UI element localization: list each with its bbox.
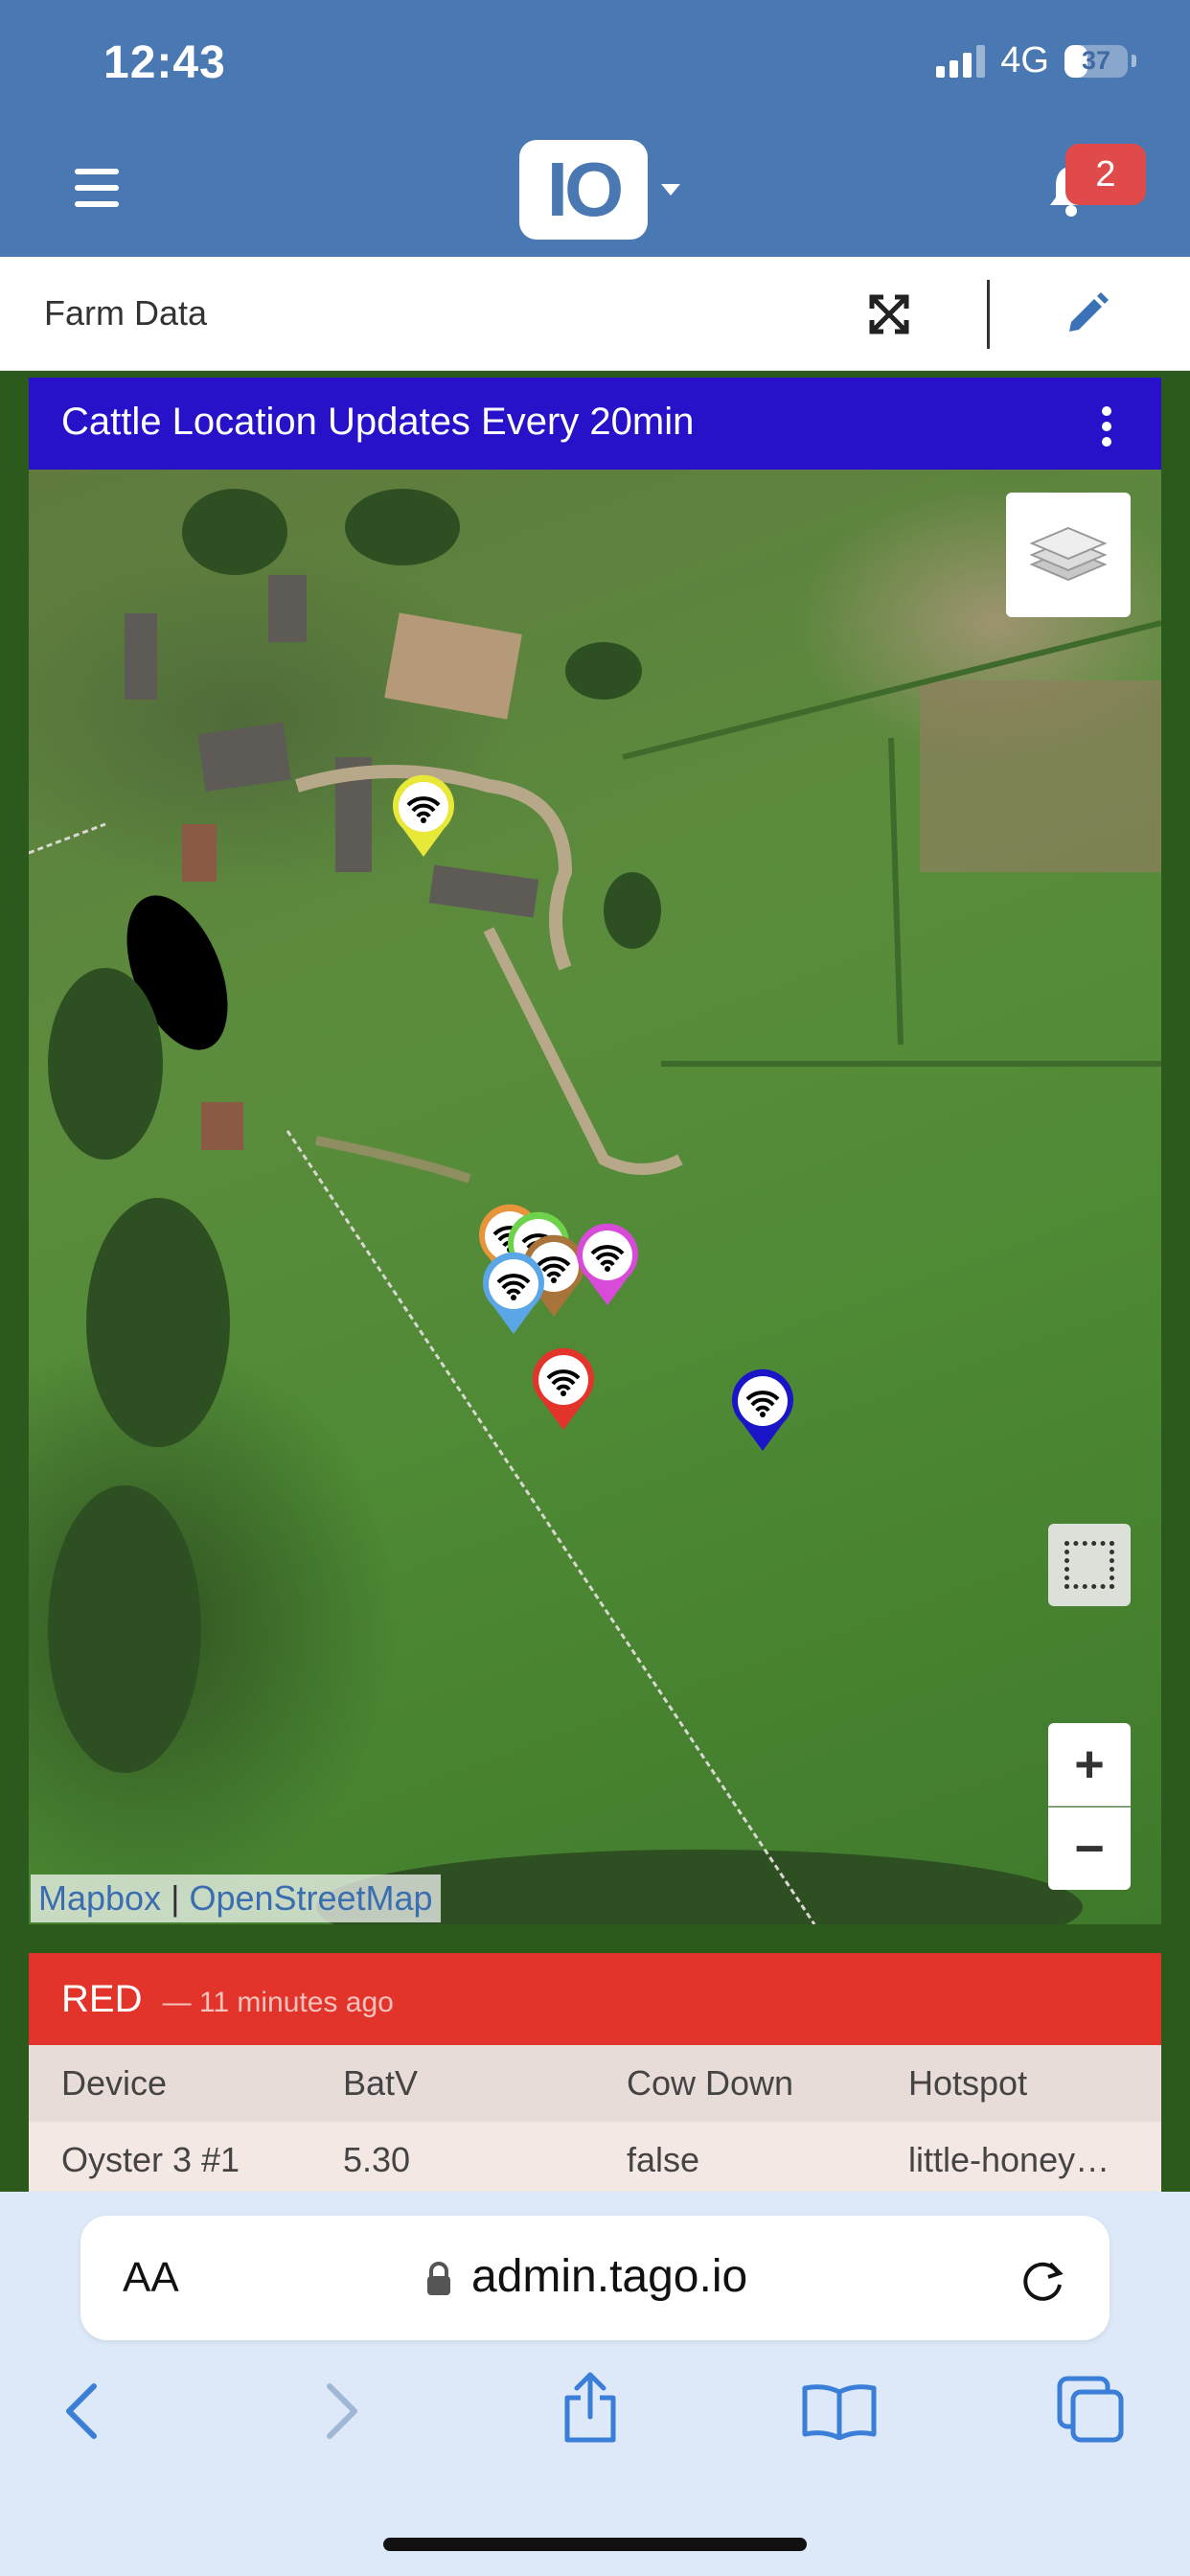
signal-icon (936, 44, 986, 78)
bookmarks-icon[interactable] (801, 2382, 878, 2445)
openstreetmap-link[interactable]: OpenStreetMap (189, 1878, 432, 1919)
table-widget-title-group: RED — 11 minutes ago (61, 1978, 394, 2021)
fullscreen-icon[interactable] (868, 293, 910, 335)
forward-icon[interactable] (320, 2380, 362, 2447)
table-widget-title: RED (61, 1978, 143, 2020)
device-table: Device BatV Cow Down Hotspot Oyster 3 #1… (29, 2045, 1161, 2194)
device-location-pin[interactable] (389, 772, 458, 861)
chevron-down-icon[interactable] (661, 184, 680, 196)
network-label: 4G (1000, 40, 1049, 80)
divider (987, 280, 990, 349)
status-indicators: 4G 37 (936, 40, 1136, 81)
more-options-icon[interactable] (1102, 406, 1111, 452)
column-header[interactable]: Cow Down (627, 2063, 793, 2104)
column-header[interactable]: BatV (343, 2063, 418, 2104)
hamburger-menu-icon[interactable] (75, 169, 119, 207)
lock-icon (425, 2262, 452, 2296)
zoom-out-button[interactable]: − (1048, 1807, 1131, 1890)
table-cell: Oyster 3 #1 (61, 2140, 240, 2179)
tago-logo[interactable]: IO (519, 140, 648, 240)
back-icon[interactable] (61, 2380, 103, 2447)
column-header[interactable]: Hotspot (908, 2063, 1027, 2104)
device-location-pin[interactable] (529, 1346, 598, 1434)
mapbox-link[interactable]: Mapbox (38, 1878, 161, 1919)
notification-badge[interactable]: 2 (1065, 144, 1146, 205)
reload-icon[interactable] (1019, 2256, 1067, 2304)
url-text[interactable]: admin.tago.io (471, 2250, 747, 2303)
device-location-pin[interactable] (728, 1367, 797, 1455)
status-time: 12:43 (103, 37, 226, 88)
table-cell: little-honey… (908, 2140, 1110, 2179)
map-attribution: Mapbox | OpenStreetMap (31, 1874, 441, 1922)
table-header-row: Device BatV Cow Down Hotspot (29, 2045, 1161, 2122)
device-location-pin[interactable] (573, 1221, 642, 1309)
text-size-button[interactable]: AA (123, 2254, 179, 2302)
table-cell: false (627, 2140, 700, 2179)
table-row[interactable]: Oyster 3 #1 5.30 false little-honey… (29, 2122, 1161, 2194)
zoom-in-button[interactable]: + (1048, 1723, 1131, 1806)
dashboard-title: Farm Data (44, 293, 208, 333)
column-header[interactable]: Device (61, 2063, 167, 2104)
pencil-icon[interactable] (1065, 291, 1110, 335)
area-select-icon[interactable] (1048, 1524, 1131, 1606)
share-icon[interactable] (560, 2371, 621, 2449)
map-widget-title: Cattle Location Updates Every 20min (61, 401, 695, 443)
layers-icon[interactable] (1006, 493, 1131, 617)
home-indicator (383, 2538, 807, 2551)
table-cell: 5.30 (343, 2140, 411, 2179)
attribution-separator: | (171, 1878, 180, 1918)
device-location-pin[interactable] (479, 1250, 548, 1338)
table-widget-time: — 11 minutes ago (162, 1987, 394, 2018)
satellite-map[interactable] (29, 470, 1161, 1924)
tabs-icon[interactable] (1056, 2375, 1125, 2449)
battery-icon: 37 (1064, 44, 1128, 78)
